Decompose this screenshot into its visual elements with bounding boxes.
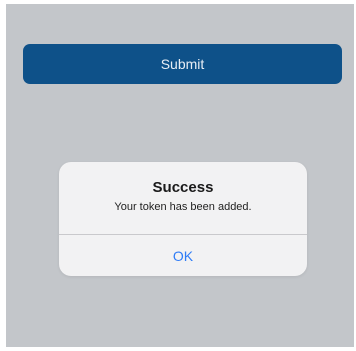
submit-button[interactable]: Submit bbox=[23, 44, 342, 84]
app-screen: Submit Success Your token has been added… bbox=[6, 4, 354, 347]
alert-message: Your token has been added. bbox=[114, 201, 252, 213]
ok-button[interactable]: OK bbox=[59, 235, 307, 276]
success-alert-dialog: Success Your token has been added. OK bbox=[59, 162, 307, 276]
alert-title: Success bbox=[152, 179, 214, 196]
alert-body: Success Your token has been added. bbox=[59, 162, 307, 234]
